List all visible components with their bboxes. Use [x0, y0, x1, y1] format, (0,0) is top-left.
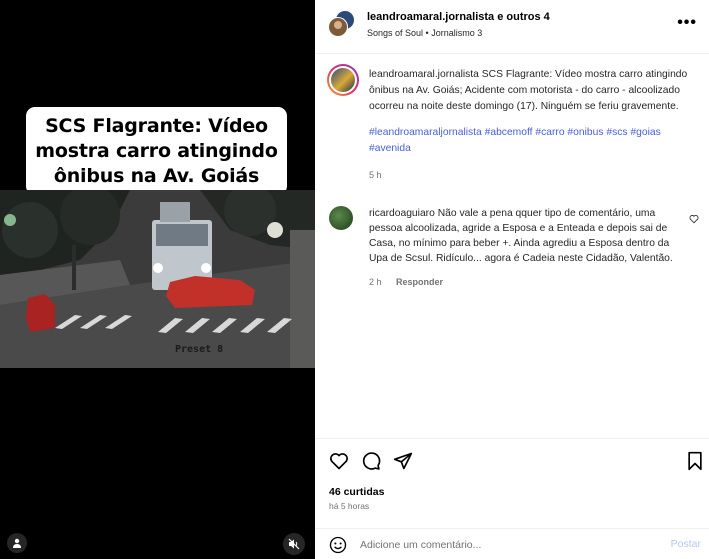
comment-time: 2 h [369, 277, 382, 287]
mute-button[interactable] [283, 533, 305, 555]
emoji-icon[interactable] [329, 536, 347, 554]
cctv-video-frame[interactable] [0, 190, 315, 368]
post-button[interactable]: Postar [671, 538, 701, 550]
more-options-icon[interactable]: ••• [677, 14, 697, 32]
post-actions: 46 curtidas há 5 horas Postar [315, 438, 709, 559]
post-time: há 5 horas [329, 501, 370, 511]
caption-time: 5 h [369, 170, 382, 180]
comment-avatar[interactable] [329, 206, 353, 230]
tagged-users-button[interactable] [7, 533, 27, 553]
cctv-label: Preset 8 [175, 344, 224, 355]
comment-username[interactable]: ricardoaguiaro [369, 208, 435, 219]
comment-input[interactable] [360, 535, 650, 555]
user-icon [13, 538, 21, 548]
post-header: leandroamaral.jornalista e outros 4 Song… [315, 0, 709, 54]
post-author[interactable]: leandroamaral.jornalista e outros 4 [367, 11, 550, 23]
audio-subtitle[interactable]: Songs of Soul • Jornalismo 3 [367, 28, 550, 38]
caption-username[interactable]: leandroamaral.jornalista [369, 69, 479, 80]
reply-button[interactable]: Responder [396, 277, 443, 287]
comment-heart-icon[interactable] [689, 214, 699, 224]
video-title-banner: SCS Flagrante: Vídeo mostra carro atingi… [26, 107, 287, 195]
banner-text: SCS Flagrante: Vídeo mostra carro atingi… [35, 114, 278, 187]
caption-avatar[interactable] [327, 64, 359, 96]
comment-icon[interactable] [361, 451, 381, 471]
caption-hashtags[interactable]: #leandroamaraljornalista #abcemoff #carr… [369, 125, 689, 157]
bookmark-icon[interactable] [685, 451, 705, 471]
heart-icon[interactable] [329, 451, 349, 471]
post-media[interactable]: SCS Flagrante: Vídeo mostra carro atingi… [0, 0, 315, 559]
speaker-muted-icon [288, 538, 300, 550]
add-comment-bar: Postar [315, 528, 709, 559]
share-icon[interactable] [393, 451, 413, 471]
likes-count[interactable]: 46 curtidas [329, 486, 384, 498]
collab-avatar-icon[interactable] [327, 10, 355, 38]
post-details-panel: leandroamaral.jornalista e outros 4 Song… [315, 0, 709, 559]
